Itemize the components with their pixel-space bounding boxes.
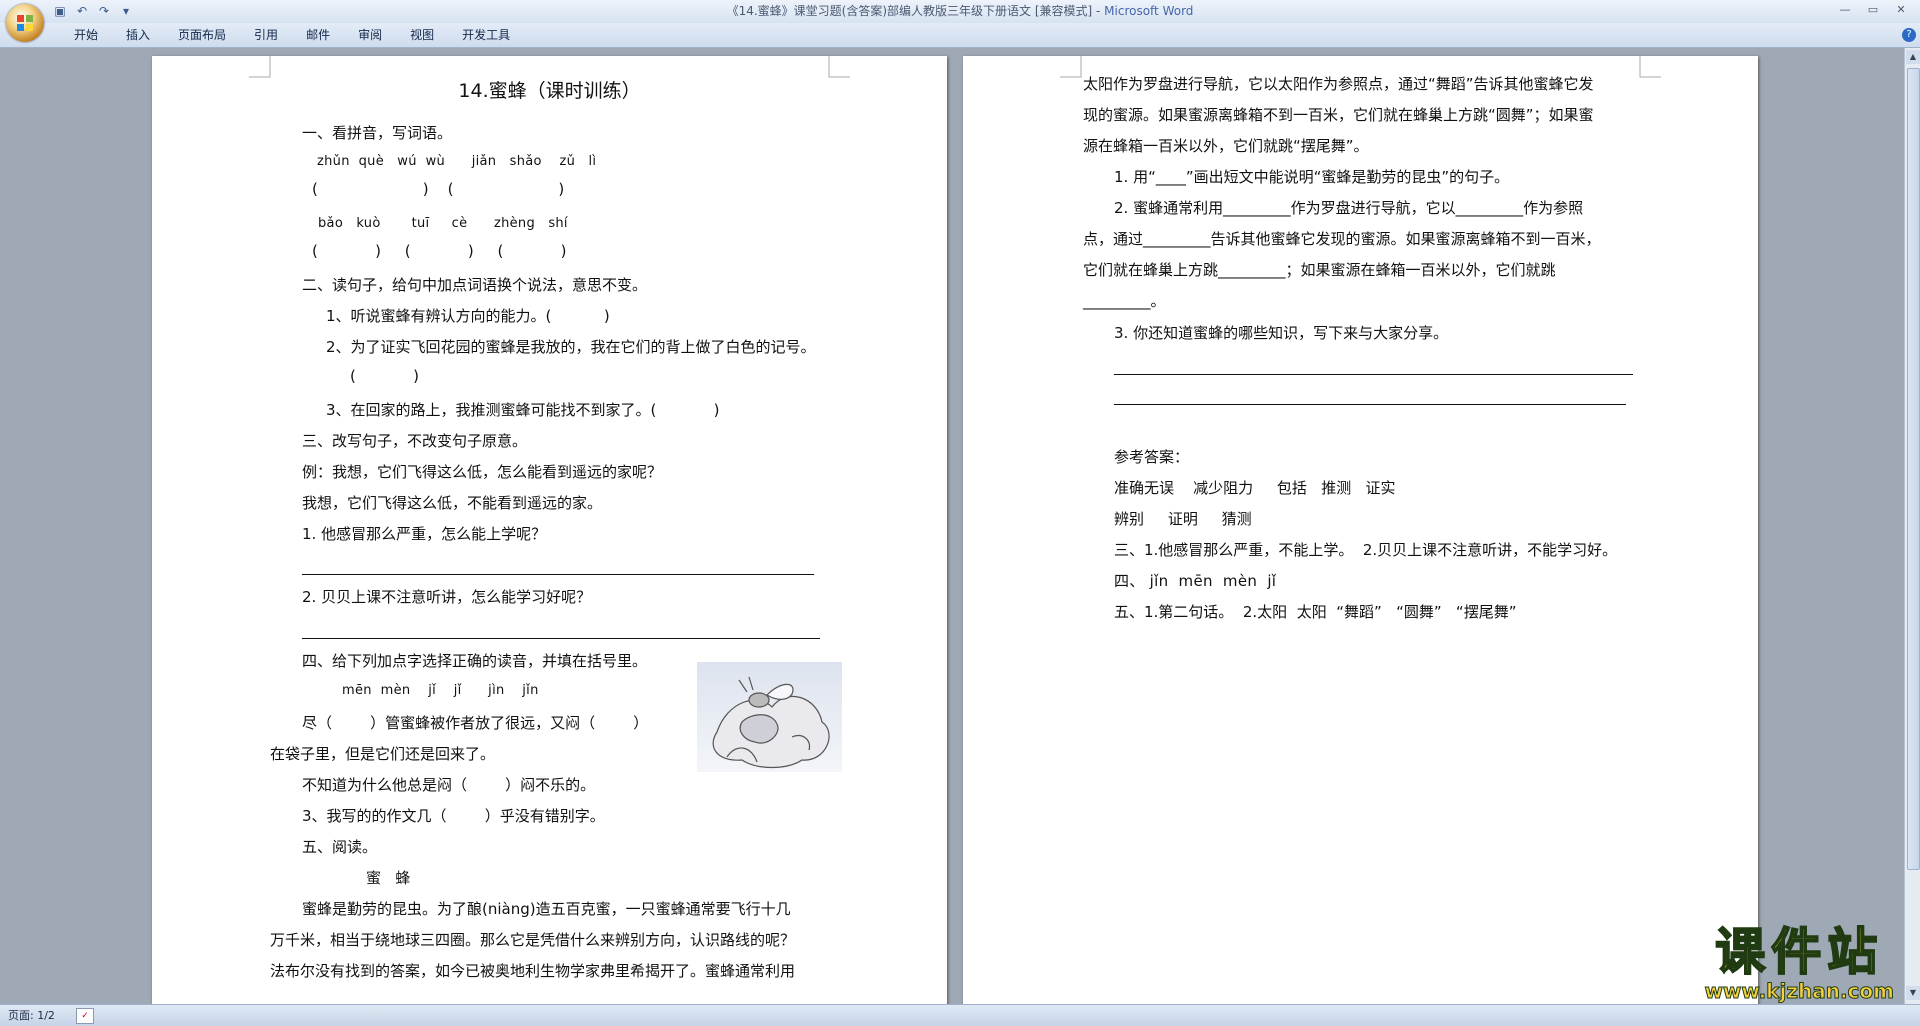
question-text: 它们就在蜂巢上方跳_________；如果蜜源在蜂箱一百米以外，它们就跳 [1083,261,1556,279]
tab-home[interactable]: 开始 [60,23,112,47]
answer-text: 准确无误 减少阻力 包括 推测 证实 [1114,479,1396,497]
document-title: 《14.蜜蜂》课堂习题(含答案)部编人教版三年级下册语文 [兼容模式] - [726,4,1105,18]
section-heading: 五、阅读。 [302,838,378,856]
paragraph-text: 万千米，相当于绕地球三四圈。那么它是凭借什么来辨别方向，认识路线的呢？ [270,931,796,949]
answer-brackets: ( ) ( ) ( ) [312,242,567,260]
section-heading: 一、看拼音，写词语。 [302,124,453,142]
margin-corner-mark [1060,56,1082,78]
office-logo-icon [17,15,33,31]
bee-illustration [697,662,842,772]
answer-heading: 参考答案： [1114,448,1190,466]
watermark-url: www.kjzhan.com [1704,979,1895,1003]
question-text: 2. 贝贝上课不注意听讲，怎么能学习好呢？ [302,588,592,606]
margin-corner-mark [1639,56,1661,78]
document-page-1[interactable]: 14.蜜蜂（课时训练） 一、看拼音，写词语。 zhǔn què wú wù ji… [152,56,947,1004]
paragraph-text: 太阳作为罗盘进行导航，它以太阳作为参照点，通过“舞蹈”告诉其他蜜蜂它发 [1083,75,1594,93]
question-text: 1、听说蜜蜂有辨认方向的能力。( ) [326,307,610,325]
title-bar: ▣ ↶ ↷ ▾ 《14.蜜蜂》课堂习题(含答案)部编人教版三年级下册语文 [兼容… [0,0,1920,24]
question-text: 2、为了证实飞回花园的蜜蜂是我放的，我在它们的背上做了白色的记号。 [326,338,816,356]
question-text: 尽（ ）管蜜蜂被作者放了很远，又闷（ ） [302,714,649,732]
page-title: 14.蜜蜂（课时训练） [458,80,641,102]
answer-text: 五、1.第二句话。 2.太阳 太阳 “舞蹈” “圆舞” “摆尾舞” [1114,603,1517,621]
window-controls: — ▭ ✕ [1834,2,1912,18]
example-text: 我想，它们飞得这么低，不能看到遥远的家。 [302,494,603,512]
ribbon-tabs: 开始 插入 页面布局 引用 邮件 审阅 视图 开发工具 [60,23,524,47]
tab-view[interactable]: 视图 [396,23,448,47]
question-text: 3. 你还知道蜜蜂的哪些知识，写下来与大家分享。 [1114,324,1449,342]
maximize-icon[interactable]: ▭ [1862,2,1884,18]
answer-line[interactable] [1114,374,1633,375]
question-text: 3、在回家的路上，我推测蜜蜂可能找不到家了。( ) [326,401,720,419]
answer-text: 四、 jǐn mēn mèn jǐ [1114,572,1277,590]
site-watermark: 课件站 www.kjzhan.com [1704,923,1895,1003]
tab-review[interactable]: 审阅 [344,23,396,47]
document-page-2[interactable]: 太阳作为罗盘进行导航，它以太阳作为参照点，通过“舞蹈”告诉其他蜜蜂它发 现的蜜源… [963,56,1758,1004]
tab-developer[interactable]: 开发工具 [448,23,524,47]
tab-mailings[interactable]: 邮件 [292,23,344,47]
minimize-icon[interactable]: — [1834,2,1856,18]
bee-flower-icon [712,676,830,769]
answer-line[interactable] [1114,404,1626,405]
question-text: 2. 蜜蜂通常利用_________作为罗盘进行导航，它以_________作为… [1114,199,1584,217]
tab-insert[interactable]: 插入 [112,23,164,47]
status-bar: 页面: 1/2 ✓ [0,1004,1920,1026]
scroll-thumb[interactable] [1907,68,1920,870]
answer-text: 三、1.他感冒那么严重，不能上学。 2.贝贝上课不注意听讲，不能学习好。 [1114,541,1618,559]
paragraph-text: 蜜蜂是勤劳的昆虫。为了酿(niàng)造五百克蜜，一只蜜蜂通常要飞行十几 [302,900,791,918]
question-text: _________。 [1083,292,1166,310]
scroll-down-icon[interactable]: ▼ [1906,986,1920,1000]
question-text: 1. 用“____”画出短文中能说明“蜜蜂是勤劳的昆虫”的句子。 [1114,168,1510,186]
section-heading: 三、改写句子，不改变句子原意。 [302,432,528,450]
pinyin-row: zhǔn què wú wù jiǎn shǎo zǔ lì [317,154,597,169]
proofing-icon[interactable]: ✓ [76,1008,94,1024]
example-text: 例：我想，它们飞得这么低，怎么能看到遥远的家呢？ [302,463,663,481]
pinyin-row: bǎo kuò tuī cè zhèng shí [318,216,568,231]
window-title: 《14.蜜蜂》课堂习题(含答案)部编人教版三年级下册语文 [兼容模式] - Mi… [0,0,1920,23]
vertical-scrollbar[interactable]: ▲ ▼ [1904,48,1920,1004]
margin-corner-mark [828,56,850,78]
answer-brackets: ( ) [350,367,419,385]
watermark-title: 课件站 [1714,923,1884,981]
section-heading: 二、读句子，给句中加点词语换个说法，意思不变。 [302,276,648,294]
paragraph-text: 源在蜂箱一百米以外，它们就跳“摆尾舞”。 [1083,137,1369,155]
question-text: 1. 他感冒那么严重，怎么能上学呢？ [302,525,547,543]
tab-references[interactable]: 引用 [240,23,292,47]
answer-line[interactable] [302,574,814,575]
close-icon[interactable]: ✕ [1890,2,1912,18]
question-text: 在袋子里，但是它们还是回来了。 [270,745,496,763]
tab-page-layout[interactable]: 页面布局 [164,23,240,47]
question-text: 3、我写的的作文几（ ）乎没有错别字。 [302,807,605,825]
help-icon[interactable]: ? [1902,28,1916,42]
office-button[interactable] [6,4,44,42]
reading-title: 蜜 蜂 [366,869,411,887]
app-name: Microsoft Word [1104,4,1194,18]
margin-corner-mark [249,56,271,78]
ribbon: 开始 插入 页面布局 引用 邮件 审阅 视图 开发工具 ? [0,23,1920,48]
section-heading: 四、给下列加点字选择正确的读音，并填在括号里。 [302,652,648,670]
question-text: 点，通过_________告诉其他蜜蜂它发现的蜜源。如果蜜源离蜂箱不到一百米， [1083,230,1601,248]
answer-line[interactable] [302,638,820,639]
scroll-up-icon[interactable]: ▲ [1906,50,1920,64]
pinyin-row: mēn mèn jǐ jǐ jìn jǐn [342,683,539,698]
page-counter[interactable]: 页面: 1/2 [8,1005,55,1026]
question-text: 不知道为什么他总是闷（ ）闷不乐的。 [302,776,596,794]
paragraph-text: 现的蜜源。如果蜜源离蜂箱不到一百米，它们就在蜂巢上方跳“圆舞”；如果蜜 [1083,106,1594,124]
answer-brackets: ( ) ( ) [312,180,565,198]
paragraph-text: 法布尔没有找到的答案，如今已被奥地利生物学家弗里希揭开了。蜜蜂通常利用 [270,962,796,980]
answer-text: 辨别 证明 猜测 [1114,510,1252,528]
document-workspace: 14.蜜蜂（课时训练） 一、看拼音，写词语。 zhǔn què wú wù ji… [0,48,1904,1004]
